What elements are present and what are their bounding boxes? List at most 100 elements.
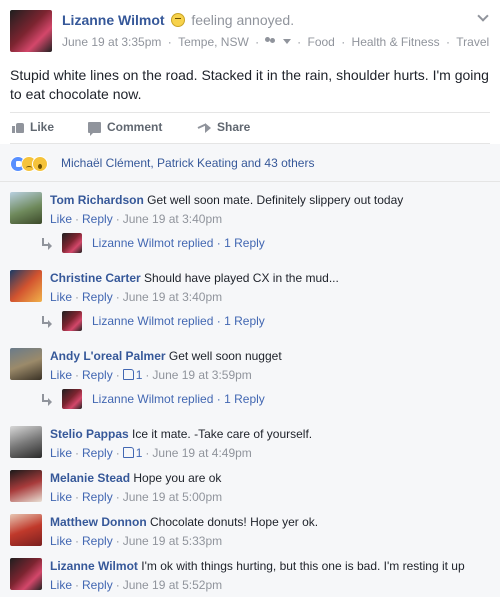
author-avatar[interactable] [10, 10, 52, 52]
commenter-name[interactable]: Lizanne Wilmot [50, 559, 138, 573]
commenter-name[interactable]: Melanie Stead [50, 471, 130, 485]
comment-body: Tom Richardson Get well soon mate. Defin… [50, 192, 490, 208]
comment-like-count[interactable]: 1 [136, 446, 143, 460]
comment-meta: Like · Reply · June 19 at 3:40pm [50, 290, 222, 304]
comment-time[interactable]: June 19 at 5:33pm [123, 534, 222, 548]
commenter-name[interactable]: Christine Carter [50, 271, 141, 285]
commenter-name[interactable]: Tom Richardson [50, 193, 144, 207]
comment-text: Hope you are ok [133, 471, 222, 485]
comment-time[interactable]: June 19 at 5:52pm [123, 578, 222, 592]
comment-time[interactable]: June 19 at 3:59pm [152, 368, 251, 382]
tag-travel[interactable]: Travel [456, 35, 489, 49]
meta-separator: · [115, 490, 120, 504]
thumbs-up-outline-icon[interactable] [122, 447, 134, 458]
comment-text: Get well soon nugget [168, 349, 282, 363]
comment-like-link[interactable]: Like [50, 212, 72, 226]
reply-arrow-icon [42, 238, 52, 250]
comment-reply-link[interactable]: Reply [82, 368, 113, 382]
caret-down-icon[interactable] [282, 39, 291, 45]
commenter-name[interactable]: Stelio Pappas [50, 427, 129, 441]
like-label: Like [30, 120, 55, 134]
meta-separator: · [115, 290, 120, 304]
meta-separator: · [75, 290, 80, 304]
reaction-icons[interactable] [10, 156, 48, 172]
comment-like-link[interactable]: Like [50, 446, 72, 460]
commenter-name[interactable]: Matthew Donnon [50, 515, 147, 529]
reply-summary[interactable]: Lizanne Wilmot replied · 1 Reply [42, 388, 462, 410]
comment-like-link[interactable]: Like [50, 578, 72, 592]
commenter-avatar[interactable] [10, 470, 42, 502]
reply-summary-text[interactable]: Lizanne Wilmot replied · 1 Reply [92, 236, 265, 250]
replier-avatar [62, 233, 82, 253]
commenter-avatar[interactable] [10, 426, 42, 458]
reply-summary-text[interactable]: Lizanne Wilmot replied · 1 Reply [92, 392, 265, 406]
post-date[interactable]: June 19 at 3:35pm [62, 35, 161, 49]
feeling-text: feeling annoyed. [191, 12, 295, 28]
comment-like-link[interactable]: Like [50, 534, 72, 548]
tag-food[interactable]: Food [308, 35, 335, 49]
meta-separator: · [445, 34, 450, 49]
comment-button[interactable]: Comment [88, 120, 162, 136]
meta-separator: · [75, 490, 80, 504]
comment-reply-link[interactable]: Reply [82, 290, 113, 304]
comment-reply-link[interactable]: Reply [82, 490, 113, 504]
post-text: Stupid white lines on the road. Stacked … [10, 67, 489, 102]
reply-summary[interactable]: Lizanne Wilmot replied · 1 Reply [42, 232, 462, 254]
tag-health-fitness[interactable]: Health & Fitness [352, 35, 440, 49]
comment-like-count[interactable]: 1 [136, 368, 143, 382]
meta-separator: · [115, 578, 120, 592]
reply-summary-text[interactable]: Lizanne Wilmot replied · 1 Reply [92, 314, 265, 328]
comment-time[interactable]: June 19 at 4:49pm [152, 446, 251, 460]
comment-time[interactable]: June 19 at 3:40pm [123, 212, 222, 226]
reply-arrow-icon [42, 316, 52, 328]
meta-separator: · [297, 34, 302, 49]
share-label: Share [217, 120, 251, 134]
meta-separator: · [115, 446, 120, 460]
friends-audience-icon[interactable] [265, 37, 277, 46]
action-bar: Like Comment Share [10, 112, 490, 144]
thumbs-up-icon [12, 121, 24, 133]
thumbs-up-outline-icon[interactable] [122, 369, 134, 380]
comment-reply-link[interactable]: Reply [82, 446, 113, 460]
reactions-text[interactable]: Michaël Clément, Patrick Keating and 43 … [61, 156, 314, 170]
commenter-avatar[interactable] [10, 270, 42, 302]
post-location[interactable]: Tempe, NSW [178, 35, 249, 49]
meta-separator: · [145, 446, 150, 460]
share-button[interactable]: Share [198, 120, 250, 134]
comments-list: Tom Richardson Get well soon mate. Defin… [0, 182, 500, 597]
comment-text: Should have played CX in the mud... [144, 271, 339, 285]
meta-separator: · [145, 368, 150, 382]
comment-meta: Like · Reply · 1 · June 19 at 3:59pm [50, 368, 252, 382]
comment-text: I'm ok with things hurting, but this one… [141, 559, 465, 573]
comment-like-link[interactable]: Like [50, 368, 72, 382]
comment-body: Melanie Stead Hope you are ok [50, 470, 490, 486]
meta-separator: · [75, 212, 80, 226]
comment-like-link[interactable]: Like [50, 290, 72, 304]
commenter-avatar[interactable] [10, 348, 42, 380]
post-options-chevron-icon[interactable] [476, 12, 490, 22]
comment-time[interactable]: June 19 at 5:00pm [123, 490, 222, 504]
comment-body: Lizanne Wilmot I'm ok with things hurtin… [50, 558, 490, 574]
wow-reaction-icon [32, 156, 48, 172]
comment-reply-link[interactable]: Reply [82, 534, 113, 548]
commenter-avatar[interactable] [10, 192, 42, 224]
replier-avatar [62, 389, 82, 409]
meta-separator: · [75, 578, 80, 592]
comment-reply-link[interactable]: Reply [82, 212, 113, 226]
meta-separator: · [115, 212, 120, 226]
commenter-avatar[interactable] [10, 514, 42, 546]
comment-like-link[interactable]: Like [50, 490, 72, 504]
comment-time[interactable]: June 19 at 3:40pm [123, 290, 222, 304]
meta-separator: · [115, 534, 120, 548]
meta-separator: · [75, 368, 80, 382]
commenter-name[interactable]: Andy L'oreal Palmer [50, 349, 166, 363]
author-name[interactable]: Lizanne Wilmot [62, 12, 165, 28]
like-button[interactable]: Like [12, 120, 54, 134]
commenter-avatar[interactable] [10, 558, 42, 590]
comment-body: Matthew Donnon Chocolate donuts! Hope ye… [50, 514, 490, 530]
meta-separator: · [115, 368, 120, 382]
meta-separator: · [75, 534, 80, 548]
comment-reply-link[interactable]: Reply [82, 578, 113, 592]
reply-summary[interactable]: Lizanne Wilmot replied · 1 Reply [42, 310, 462, 332]
post-header: Lizanne Wilmot feeling annoyed. June 19 … [10, 10, 490, 52]
